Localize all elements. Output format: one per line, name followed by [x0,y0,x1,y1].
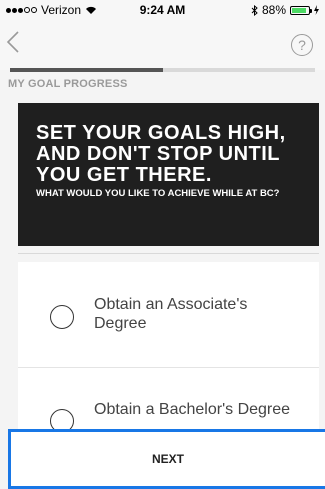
goal-progress-fill [10,68,163,72]
banner-title: SET YOUR GOALS HIGH, AND DON'T STOP UNTI… [36,122,286,186]
battery-icon [290,5,312,15]
divider [18,253,319,254]
status-bar: Verizon 9:24 AM 88% [0,0,325,20]
option-label: Obtain an Associate's Degree [94,296,248,332]
chevron-left-icon[interactable] [6,30,30,58]
battery-info: 88% [251,3,319,17]
charging-icon [314,5,319,15]
option-associates-degree[interactable]: Obtain an Associate's Degree [18,262,319,368]
section-title: MY GOAL PROGRESS [8,78,128,90]
radio-button[interactable] [50,305,74,329]
goal-banner: SET YOUR GOALS HIGH, AND DON'T STOP UNTI… [18,103,319,246]
bluetooth-icon [251,4,258,16]
question-icon[interactable]: ? [291,34,313,56]
option-label: Obtain a Bachelor's Degree [94,401,291,418]
battery-percent: 88% [261,3,286,17]
banner-subtitle: WHAT WOULD YOU LIKE TO ACHIEVE WHILE AT … [36,188,280,199]
goal-progress-bar [10,68,315,72]
nav-bar: ? [0,20,325,70]
next-button[interactable]: NEXT [8,429,325,489]
